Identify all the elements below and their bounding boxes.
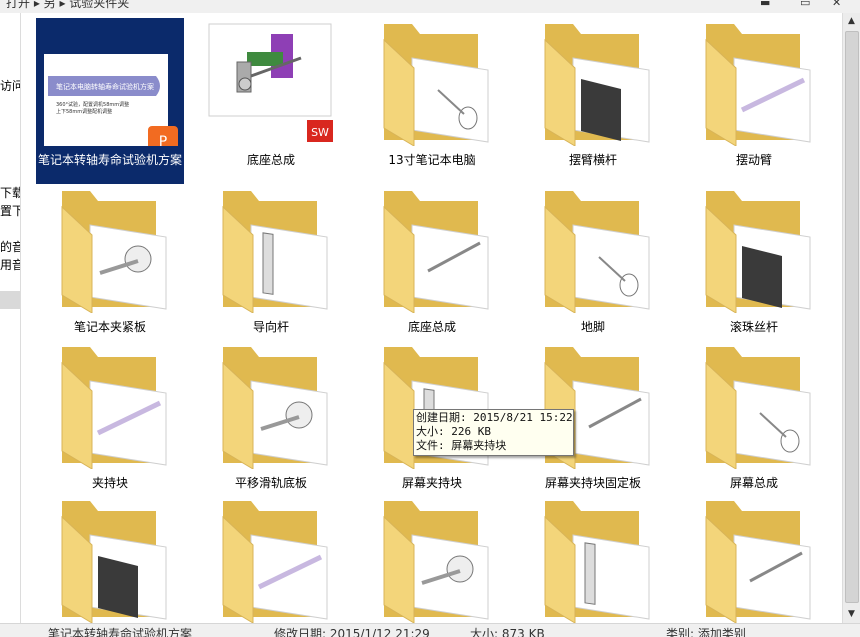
solidworks-file-icon: SW [207, 18, 335, 146]
svg-text:360°试验，配置调机58mm调整: 360°试验，配置调机58mm调整 [56, 101, 129, 108]
tooltip-size: 大小: 226 KB [416, 425, 491, 438]
vertical-scrollbar[interactable]: ▲ ▼ [842, 13, 860, 623]
file-name: 平移滑轨底板 [234, 476, 307, 490]
close-icon[interactable]: ✕ [832, 0, 841, 9]
tooltip-created: 创建日期: 2015/8/21 15:22 [416, 411, 573, 424]
title-bar: 打开 ▸ 另 ▸ 试验夹件夹 ▬ ▭ ✕ [0, 0, 860, 14]
file-name: 底座总成 [246, 153, 295, 167]
file-item[interactable] [197, 495, 345, 623]
file-name: 底座总成 [407, 320, 456, 334]
file-name: 摆臂横杆 [568, 153, 617, 167]
nav-item[interactable]: 访问 [0, 77, 20, 94]
file-name: 13寸笔记本电脑 [388, 153, 476, 167]
file-item[interactable]: 导向杆 [197, 185, 345, 351]
file-name: 导向杆 [252, 320, 289, 334]
nav-item[interactable]: 置下 [0, 202, 20, 219]
presentation-file-icon: 笔记本电脑转轴寿命试验机方案 360°试验，配置调机58mm调整 上下58mm调… [36, 18, 184, 154]
file-item[interactable]: 滚珠丝杆 [680, 185, 828, 351]
folder-icon [690, 341, 818, 470]
folder-icon [690, 185, 818, 314]
scrollbar-thumb[interactable] [845, 31, 859, 603]
file-item[interactable]: 笔记本夹紧板 [36, 185, 184, 351]
folder-icon [529, 185, 657, 314]
maximize-icon[interactable]: ▭ [800, 0, 810, 9]
file-item[interactable]: 地脚 [519, 185, 667, 351]
scroll-down-icon[interactable]: ▼ [843, 606, 860, 623]
file-item[interactable] [358, 495, 506, 623]
folder-icon [46, 495, 174, 623]
file-item[interactable]: 屏幕总成 [680, 341, 828, 507]
file-item[interactable] [680, 495, 828, 623]
folder-icon [529, 495, 657, 623]
svg-text:SW: SW [311, 126, 329, 139]
file-name: 笔记本夹紧板 [73, 320, 146, 334]
file-name: 夹持块 [91, 476, 128, 490]
file-name: 笔记本转轴寿命试验机方案 [37, 153, 182, 167]
file-item[interactable]: 13寸笔记本电脑 [358, 18, 506, 184]
folder-icon [207, 341, 335, 470]
file-name: 地脚 [580, 320, 605, 334]
file-item[interactable] [519, 495, 667, 623]
status-category[interactable]: 类别: 添加类别 [666, 625, 746, 637]
file-item[interactable]: 笔记本电脑转轴寿命试验机方案 360°试验，配置调机58mm调整 上下58mm调… [36, 18, 184, 184]
navigation-pane: 访问 下载 置下 的音 用音 [0, 13, 21, 623]
tooltip-file: 文件: 屏幕夹持块 [416, 439, 507, 452]
file-item[interactable]: SW 底座总成 [197, 18, 345, 184]
details-pane: 笔记本转轴寿命试验机方案 修改日期: 2015/1/12 21:29 大小: 8… [0, 623, 860, 637]
folder-icon [690, 18, 818, 147]
file-name: 屏幕夹持块固定板 [544, 476, 641, 490]
file-name: 屏幕总成 [729, 476, 778, 490]
nav-item[interactable]: 下载 [0, 184, 20, 201]
file-name: 滚珠丝杆 [729, 320, 778, 334]
folder-icon [529, 18, 657, 147]
scroll-up-icon[interactable]: ▲ [843, 13, 860, 30]
folder-icon [368, 185, 496, 314]
folder-icon [46, 185, 174, 314]
file-name: 摆动臂 [735, 153, 772, 167]
status-filename: 笔记本转轴寿命试验机方案 [48, 627, 193, 637]
file-tooltip: 创建日期: 2015/8/21 15:22 大小: 226 KB 文件: 屏幕夹… [413, 409, 574, 456]
breadcrumb[interactable]: 打开 ▸ 另 ▸ 试验夹件夹 [6, 0, 129, 11]
file-item[interactable]: 摆动臂 [680, 18, 828, 184]
folder-icon [368, 495, 496, 623]
folder-icon [207, 495, 335, 623]
nav-item[interactable]: 的音 [0, 238, 20, 255]
status-modified: 修改日期: 2015/1/12 21:29 [274, 627, 430, 637]
svg-text:P: P [159, 134, 167, 146]
nav-item[interactable]: 用音 [0, 256, 20, 273]
folder-icon [207, 185, 335, 314]
nav-selected-item[interactable] [0, 291, 20, 309]
file-item[interactable]: 平移滑轨底板 [197, 341, 345, 507]
minimize-icon[interactable]: ▬ [760, 0, 770, 9]
file-item[interactable] [36, 495, 184, 623]
file-name: 屏幕夹持块 [401, 476, 462, 490]
svg-text:上下58mm调整配机调整: 上下58mm调整配机调整 [56, 108, 112, 115]
file-item[interactable]: 底座总成 [358, 185, 506, 351]
status-size: 大小: 873 KB [470, 627, 545, 637]
folder-icon [368, 18, 496, 147]
folder-icon [690, 495, 818, 623]
folder-icon [46, 341, 174, 470]
file-grid: 笔记本电脑转轴寿命试验机方案 360°试验，配置调机58mm调整 上下58mm调… [21, 13, 843, 623]
svg-text:笔记本电脑转轴寿命试验机方案: 笔记本电脑转轴寿命试验机方案 [56, 82, 154, 91]
file-item[interactable]: 摆臂横杆 [519, 18, 667, 184]
file-item[interactable]: 夹持块 [36, 341, 184, 507]
